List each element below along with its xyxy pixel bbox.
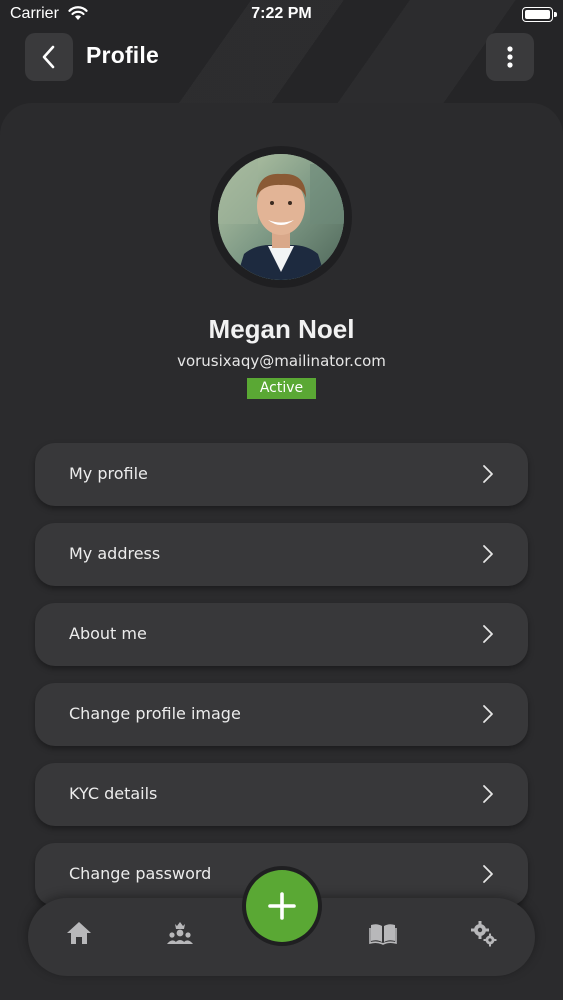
status-bar: Carrier 7:22 PM (0, 0, 563, 30)
plus-icon (268, 892, 296, 920)
fab-frame (242, 866, 322, 946)
chevron-right-icon (483, 865, 493, 883)
more-vertical-icon (507, 46, 513, 68)
menu-item-change-profile-image[interactable]: Change profile image (35, 683, 528, 746)
chevron-right-icon (483, 465, 493, 483)
profile-email: vorusixaqy@mailinator.com (177, 352, 386, 370)
chevron-right-icon (483, 785, 493, 803)
menu-item-about-me[interactable]: About me (35, 603, 528, 666)
menu-item-label: My address (69, 544, 161, 563)
chevron-left-icon (42, 45, 55, 69)
status-time: 7:22 PM (251, 5, 312, 22)
menu-item-label: About me (69, 624, 147, 643)
menu-item-my-profile[interactable]: My profile (35, 443, 528, 506)
profile-name: Megan Noel (208, 314, 355, 344)
back-button[interactable] (25, 33, 73, 81)
chevron-right-icon (483, 625, 493, 643)
home-icon[interactable] (65, 920, 93, 946)
avatar-frame (210, 146, 352, 288)
add-button[interactable] (246, 870, 318, 942)
page-title: Profile (86, 42, 159, 68)
chevron-right-icon (483, 705, 493, 723)
team-icon[interactable] (166, 920, 194, 946)
menu-item-label: KYC details (69, 784, 158, 803)
settings-gears-icon[interactable] (470, 920, 498, 948)
menu-item-kyc-details[interactable]: KYC details (35, 763, 528, 826)
avatar[interactable] (218, 154, 344, 280)
book-icon[interactable] (369, 920, 397, 946)
menu-item-my-address[interactable]: My address (35, 523, 528, 586)
status-badge: Active (247, 378, 316, 399)
menu-item-label: Change profile image (69, 704, 241, 723)
more-options-button[interactable] (486, 33, 534, 81)
app-header: Profile (0, 33, 563, 81)
menu-item-label: Change password (69, 864, 212, 883)
chevron-right-icon (483, 545, 493, 563)
menu-item-label: My profile (69, 464, 148, 483)
battery-icon (522, 7, 557, 22)
